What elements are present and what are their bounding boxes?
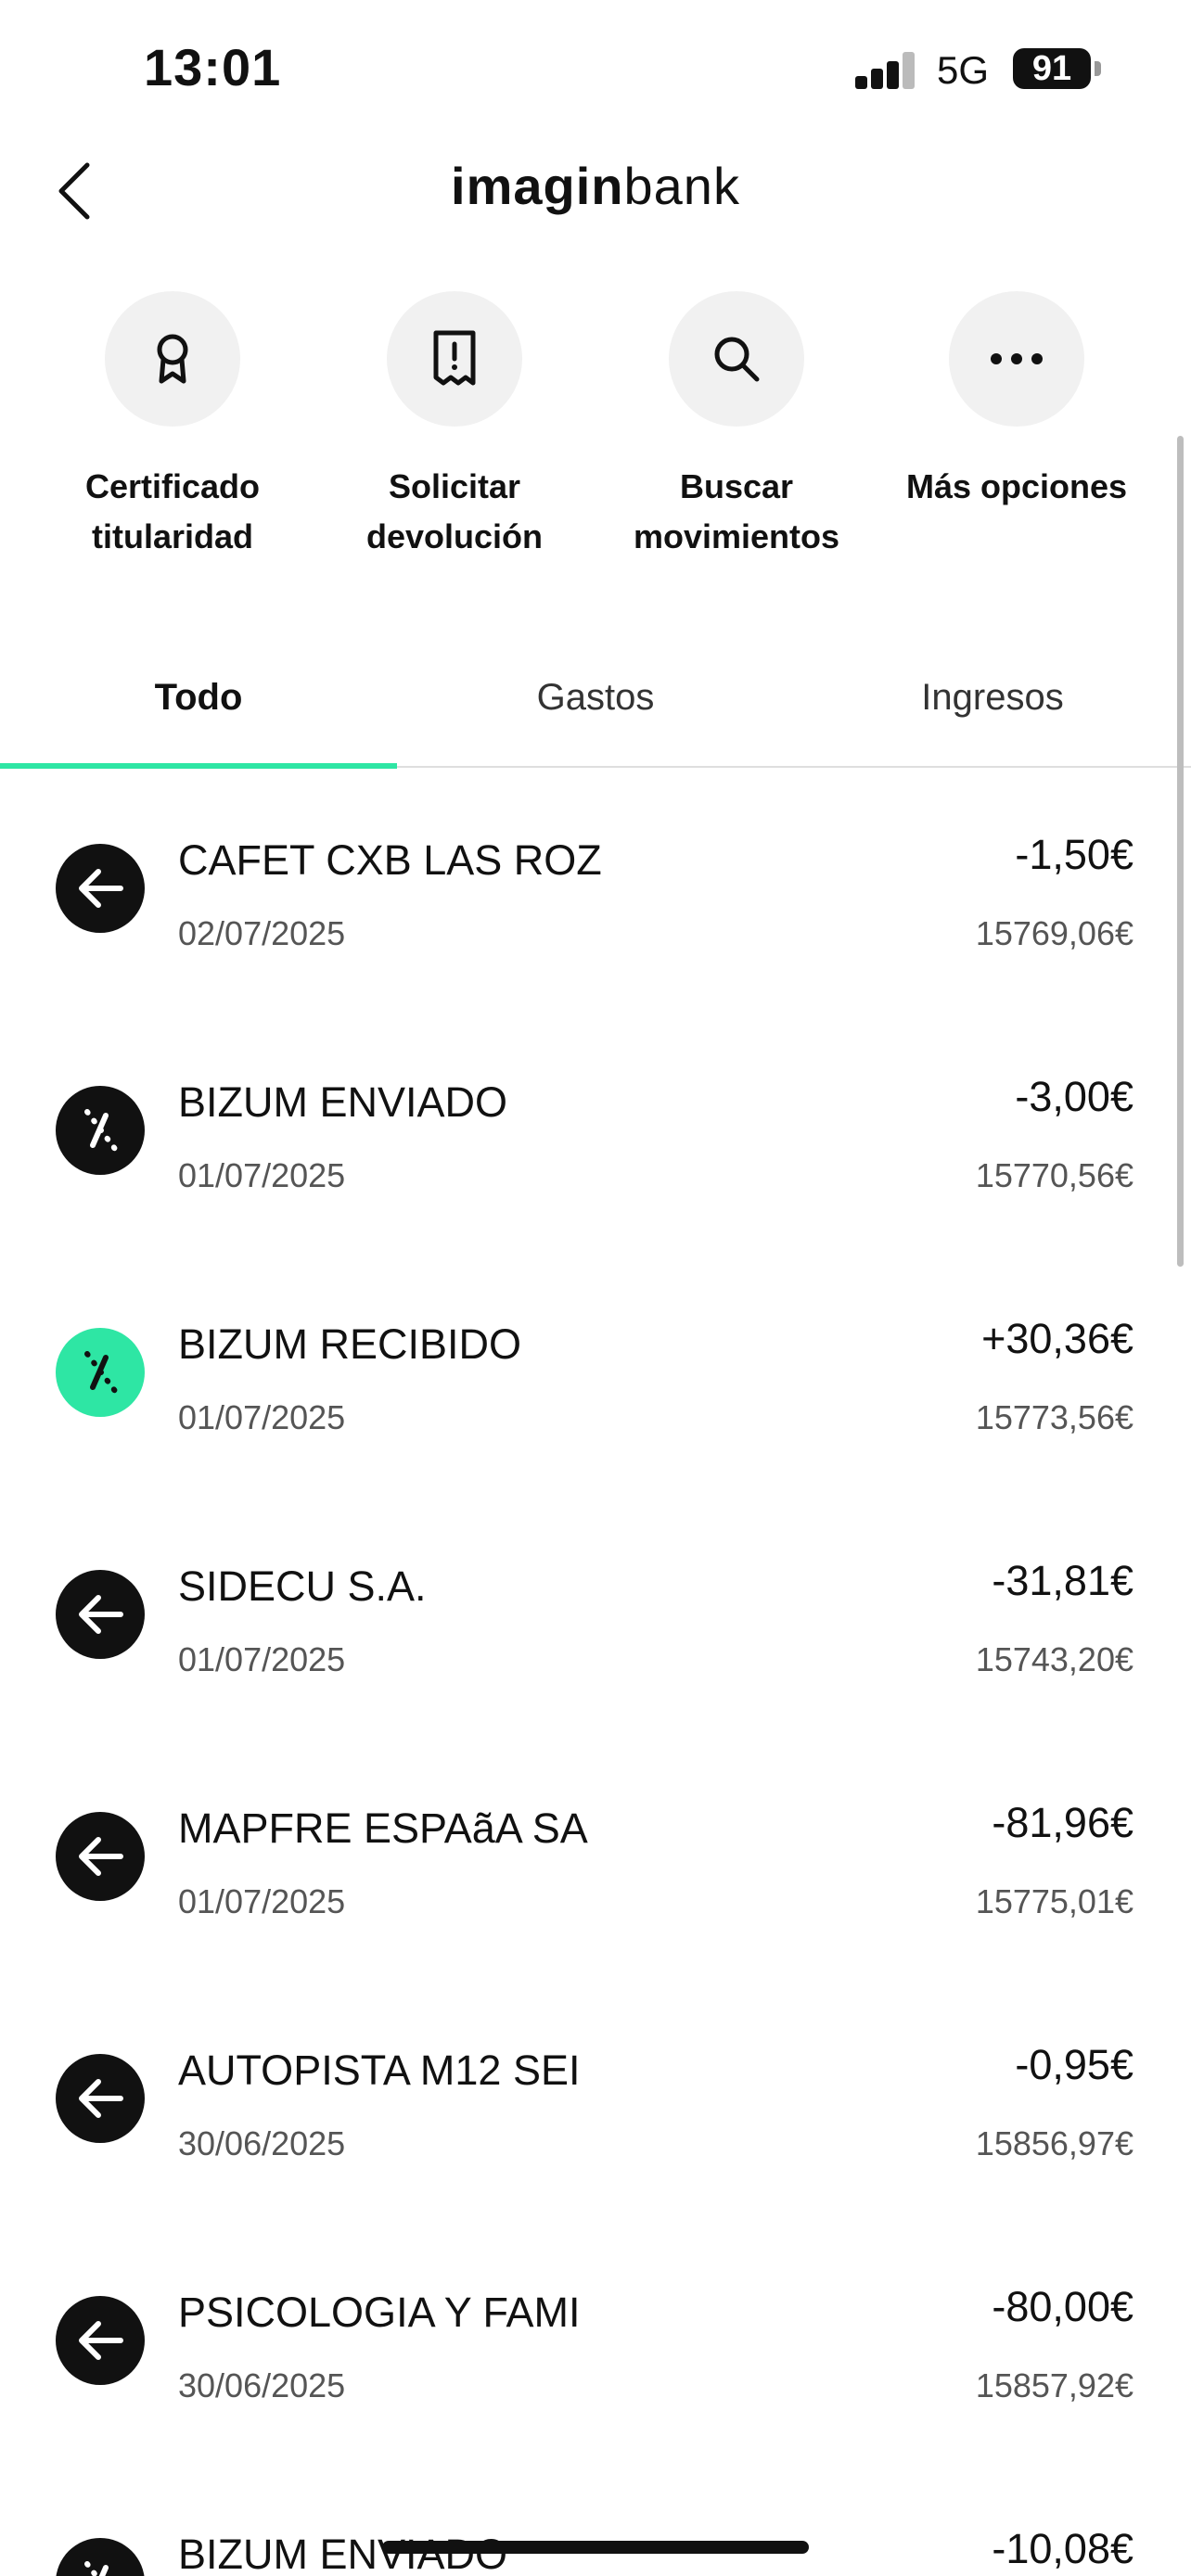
refund-action-circle <box>387 291 522 427</box>
transaction-date: 01/07/2025 <box>178 1640 346 1678</box>
certificate-action-label: Certificado titularidad <box>84 467 261 555</box>
transaction-amount: -3,00€ <box>1015 1073 1133 1120</box>
transaction-name: BIZUM RECIBIDO <box>178 1320 522 1368</box>
refund-action[interactable]: Solicitar devolución <box>325 291 584 562</box>
transaction-amount: -0,95€ <box>1015 2041 1133 2088</box>
transaction-row[interactable]: PSICOLOGIA Y FAMI 30/06/2025 -80,00€ 158… <box>0 2250 1191 2435</box>
arrow-left-icon <box>56 2296 145 2385</box>
receipt-alert-icon <box>433 330 476 386</box>
transaction-row[interactable]: BIZUM RECIBIDO 01/07/2025 +30,36€ 15773,… <box>0 1282 1191 1467</box>
transaction-balance: 15856,97€ <box>975 2124 1133 2162</box>
transaction-row[interactable]: CAFET CXB LAS ROZ 02/07/2025 -1,50€ 1576… <box>0 797 1191 983</box>
transaction-date: 30/06/2025 <box>178 2366 346 2404</box>
bizum-icon <box>56 2538 145 2576</box>
transaction-balance: 15769,06€ <box>975 914 1133 952</box>
arrow-left-icon <box>56 1570 145 1659</box>
transaction-date: 30/06/2025 <box>178 2124 346 2162</box>
logo-bold: imagin <box>451 157 624 215</box>
transaction-balance: 15770,56€ <box>975 1156 1133 1194</box>
arrow-left-icon <box>56 1812 145 1901</box>
search-icon <box>714 337 760 382</box>
transaction-name: SIDECU S.A. <box>178 1562 427 1610</box>
transaction-name: MAPFRE ESPAãA SA <box>178 1804 588 1852</box>
bizum-icon <box>56 1086 145 1175</box>
transaction-date: 01/07/2025 <box>178 1398 346 1436</box>
refund-action-label: Solicitar devolución <box>365 467 544 555</box>
transaction-name: CAFET CXB LAS ROZ <box>178 836 602 884</box>
filter-tabs: Todo Gastos Ingresos <box>0 668 1191 769</box>
home-indicator[interactable] <box>382 2541 809 2554</box>
transaction-date: 02/07/2025 <box>178 914 346 952</box>
transaction-balance: 15775,01€ <box>975 1882 1133 1920</box>
more-options-action[interactable]: Más opciones <box>887 291 1146 512</box>
search-movements-action[interactable]: Buscar movimientos <box>607 291 866 562</box>
search-action-label: Buscar movimientos <box>633 467 840 555</box>
status-time: 13:01 <box>144 38 282 96</box>
status-bar: 13:01 5G 91 <box>0 0 1191 139</box>
transaction-balance: 15743,20€ <box>975 1640 1133 1678</box>
app-logo: imaginbank <box>0 156 1191 216</box>
tab-ingresos[interactable]: Ingresos <box>794 677 1191 719</box>
transaction-name: PSICOLOGIA Y FAMI <box>178 2289 581 2336</box>
network-type: 5G <box>937 48 990 92</box>
transaction-date: 01/07/2025 <box>178 1156 346 1194</box>
certificate-action[interactable]: Certificado titularidad <box>43 291 302 562</box>
transaction-amount: -31,81€ <box>992 1557 1133 1604</box>
transaction-balance: 15773,56€ <box>975 1398 1133 1436</box>
transaction-amount: -80,00€ <box>992 2283 1133 2330</box>
ribbon-icon <box>157 334 188 384</box>
active-tab-indicator <box>0 763 397 769</box>
more-icon <box>991 353 1043 364</box>
tab-gastos[interactable]: Gastos <box>397 677 794 719</box>
transaction-amount: +30,36€ <box>981 1315 1133 1362</box>
transaction-date: 01/07/2025 <box>178 1882 346 1920</box>
transaction-row[interactable]: MAPFRE ESPAãA SA 01/07/2025 -81,96€ 1577… <box>0 1766 1191 1951</box>
transaction-balance: 15857,92€ <box>975 2366 1133 2404</box>
transaction-name: AUTOPISTA M12 SEI <box>178 2047 581 2094</box>
transaction-row[interactable]: SIDECU S.A. 01/07/2025 -31,81€ 15743,20€ <box>0 1524 1191 1709</box>
bizum-icon <box>56 1328 145 1417</box>
transaction-row[interactable]: BIZUM ENVIADO -10,08€ <box>0 2492 1191 2576</box>
transaction-amount: -81,96€ <box>992 1799 1133 1846</box>
transaction-amount: -1,50€ <box>1015 831 1133 878</box>
battery-tip <box>1095 61 1101 76</box>
transaction-name: BIZUM ENVIADO <box>178 1078 508 1126</box>
transaction-row[interactable]: BIZUM ENVIADO 01/07/2025 -3,00€ 15770,56… <box>0 1039 1191 1225</box>
arrow-left-icon <box>56 2054 145 2143</box>
logo-light: bank <box>623 157 740 215</box>
battery-icon: 91 <box>1013 48 1091 89</box>
signal-icon <box>855 52 916 89</box>
arrow-left-icon <box>56 844 145 933</box>
transaction-row[interactable]: AUTOPISTA M12 SEI 30/06/2025 -0,95€ 1585… <box>0 2008 1191 2193</box>
more-action-label: Más opciones <box>905 467 1128 505</box>
more-action-circle <box>949 291 1084 427</box>
search-action-circle <box>669 291 804 427</box>
tab-todo[interactable]: Todo <box>0 677 397 719</box>
certificate-action-circle <box>105 291 240 427</box>
transaction-amount: -10,08€ <box>992 2525 1133 2572</box>
